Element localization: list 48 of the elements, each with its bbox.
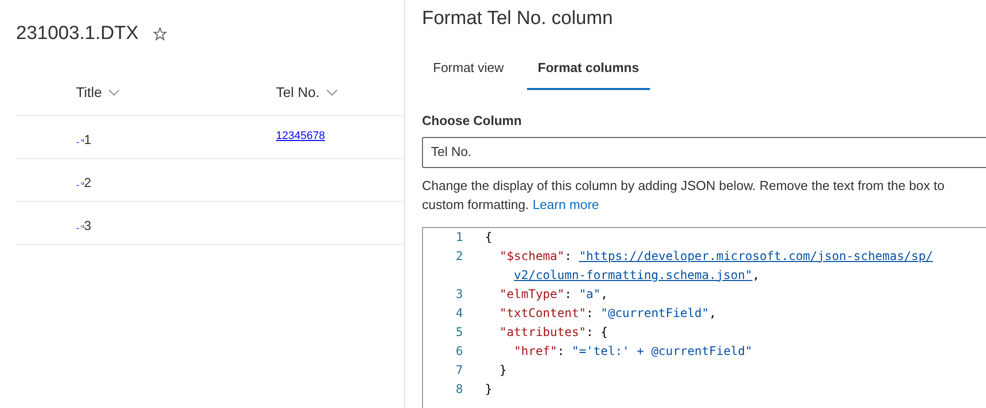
code-key: "elmType"	[499, 286, 564, 300]
list-title: 231003.1.DTX	[16, 22, 139, 46]
code-key: "txtContent"	[499, 306, 586, 320]
code-punctuation: ,	[709, 306, 716, 320]
code-string: "@currentField"	[600, 306, 709, 320]
column-header[interactable]: Title	[76, 82, 102, 103]
column-header[interactable]: Tel No.	[276, 82, 320, 103]
line-number: 6	[454, 342, 464, 360]
code-string: "a"	[578, 286, 601, 300]
code-key: "attributes"	[499, 324, 586, 338]
code-punctuation: :	[557, 344, 564, 358]
code-punctuation: :	[564, 248, 572, 262]
code-key: "href"	[514, 344, 558, 358]
json-editor[interactable]	[422, 226, 986, 408]
line-number: 4	[454, 304, 464, 322]
panel-title: Format Tel No. column	[422, 7, 614, 31]
code-punctuation: : {	[586, 324, 608, 338]
code-punctuation: :	[586, 306, 594, 320]
chevron-down-icon[interactable]	[326, 89, 338, 96]
code-punctuation: }	[499, 362, 507, 376]
chevron-down-icon[interactable]	[108, 89, 120, 96]
code-punctuation: ,	[752, 268, 760, 282]
line-number: 5	[454, 324, 464, 340]
row-title[interactable]: 3	[84, 216, 92, 236]
code-link[interactable]: "https://developer.microsoft.com/json-schemas/sp/	[578, 248, 933, 262]
tab[interactable]: Format columns	[526, 52, 650, 90]
code-punctuation: :	[564, 286, 572, 300]
code-string: "='tel:' + @currentField"	[572, 344, 752, 358]
code-link[interactable]: v2/column-formatting.schema.json"	[514, 268, 752, 282]
star-icon[interactable]	[152, 27, 167, 42]
row-title[interactable]: 2	[84, 172, 92, 192]
code-punctuation: }	[485, 382, 492, 396]
line-number: 3	[454, 286, 464, 302]
learn-more-link[interactable]: Learn more	[532, 196, 600, 212]
column-dropdown[interactable]: Tel No.	[422, 136, 986, 168]
code-punctuation: ,	[600, 286, 608, 300]
code-punctuation: {	[485, 230, 492, 244]
line-number: 8	[454, 380, 464, 398]
line-number: 2	[454, 248, 464, 264]
field-label: Choose Column	[422, 112, 523, 130]
tab[interactable]: Format view	[422, 52, 515, 90]
description-text: Change the display of this column by adding JSON below. Remove the text from the box to	[422, 178, 944, 192]
code-key: "$schema"	[499, 248, 564, 262]
row-title[interactable]: 1	[84, 130, 92, 150]
phone-link[interactable]: 12345678	[276, 128, 325, 145]
line-number: 7	[454, 362, 464, 378]
description-text: custom formatting.	[422, 196, 529, 212]
line-number: 1	[454, 228, 464, 246]
